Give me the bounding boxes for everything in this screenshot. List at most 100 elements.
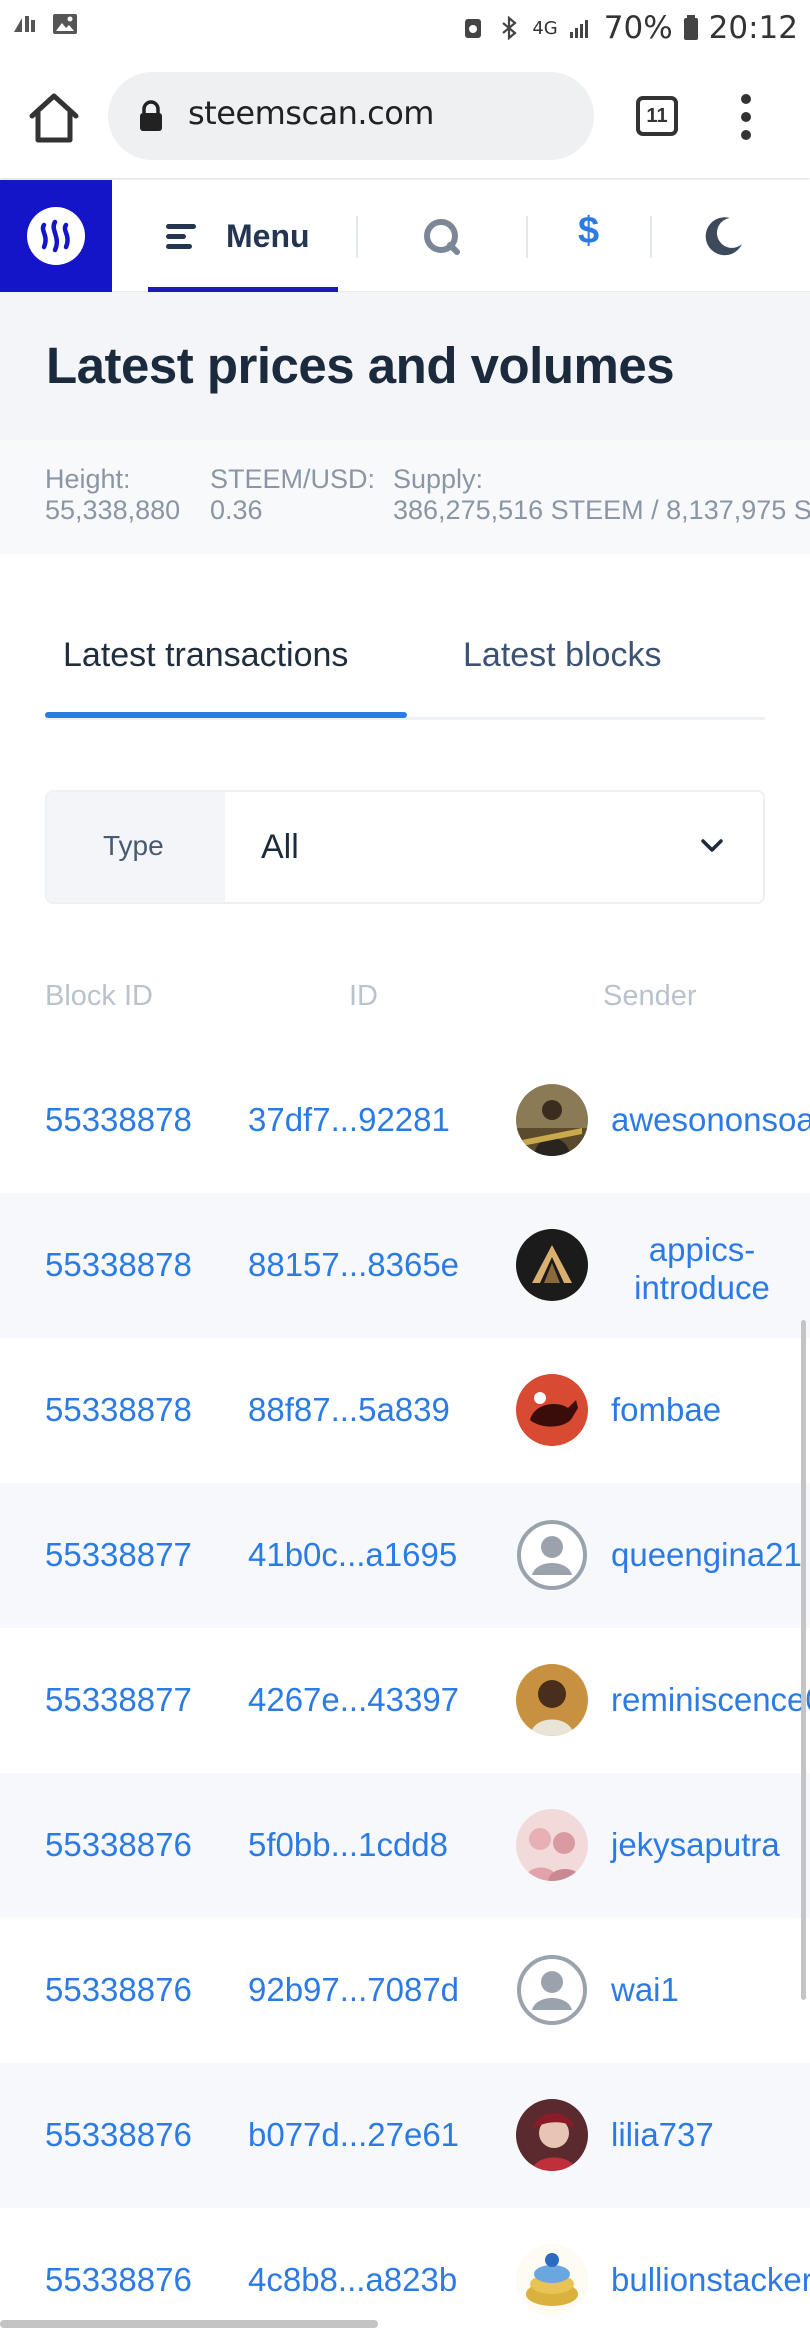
stat-height-value: 55,338,880 [45, 495, 181, 525]
table-row: 55338877 41b0c...a1695 queengina21 [0, 1483, 810, 1628]
chain-stats: Height: 55,338,880 STEEM/USD: 0.36 Suppl… [0, 440, 810, 554]
tab-latest-transactions[interactable]: Latest transactions [63, 636, 348, 675]
bluetooth-icon [502, 16, 518, 40]
transaction-id-link[interactable]: b077d...27e61 [248, 2116, 459, 2154]
avatar[interactable] [516, 1664, 588, 1736]
avatar[interactable] [516, 1374, 588, 1446]
stat-supply-value: 386,275,516 STEEM / 8,137,975 SBD [393, 495, 810, 525]
lock-icon [140, 100, 162, 131]
overflow-menu-icon[interactable] [736, 94, 756, 140]
block-id-link[interactable]: 55338876 [45, 2261, 192, 2299]
transaction-id-link[interactable]: 5f0bb...1cdd8 [248, 1826, 448, 1864]
battery-icon [683, 15, 698, 40]
block-id-link[interactable]: 55338876 [45, 1971, 192, 2009]
currency-button[interactable]: $ [578, 210, 599, 253]
block-id-link[interactable]: 55338876 [45, 2116, 192, 2154]
sender-link[interactable]: wai1 [611, 1971, 679, 2009]
table-row: 55338877 4267e...43397 reminiscence01 [0, 1628, 810, 1773]
signal-sim-icon [14, 16, 35, 32]
transaction-id-link[interactable]: 37df7...92281 [248, 1101, 450, 1139]
home-icon[interactable] [26, 92, 82, 144]
block-id-link[interactable]: 55338878 [45, 1391, 192, 1429]
stat-supply-label: Supply: [393, 464, 484, 494]
avatar[interactable] [516, 1084, 588, 1156]
transaction-tabs: Latest transactions Latest blocks [45, 590, 765, 720]
block-id-link[interactable]: 55338877 [45, 1536, 192, 1574]
block-id-link[interactable]: 55338878 [45, 1246, 192, 1284]
avatar[interactable] [516, 1809, 588, 1881]
transaction-id-link[interactable]: 4c8b8...a823b [248, 2261, 457, 2299]
default-user-icon[interactable] [516, 1954, 588, 2026]
vertical-scrollbar[interactable] [801, 1320, 806, 2000]
block-id-link[interactable]: 55338878 [45, 1101, 192, 1139]
type-filter-label-cell: Type [47, 792, 225, 902]
page-title: Latest prices and volumes [46, 337, 675, 394]
block-id-link[interactable]: 55338877 [45, 1681, 192, 1719]
menu-label: Menu [226, 218, 310, 254]
browser-toolbar: steemscan.com 11 [0, 54, 810, 178]
transaction-id-link[interactable]: 88157...8365e [248, 1246, 459, 1284]
steem-logo[interactable] [0, 180, 112, 292]
table-row: 55338878 88157...8365e appics-introduce [0, 1193, 810, 1338]
transaction-id-link[interactable]: 41b0c...a1695 [248, 1536, 457, 1574]
table-row: 55338878 88f87...5a839 fombae [0, 1338, 810, 1483]
dark-mode-moon-icon[interactable] [700, 214, 744, 258]
alarm-icon [465, 19, 482, 38]
menu-icon [166, 224, 196, 249]
nav-divider [650, 216, 652, 258]
sender-link[interactable]: reminiscence01 [611, 1681, 810, 1719]
sender-link[interactable]: jekysaputra [611, 1826, 780, 1864]
column-header-block-id: Block ID [45, 980, 153, 1012]
sender-link[interactable]: awesononsoan [611, 1101, 810, 1139]
table-row: 55338878 37df7...92281 awesononsoan [0, 1048, 810, 1193]
steem-icon [40, 219, 70, 253]
gallery-icon [53, 14, 77, 34]
address-bar[interactable]: steemscan.com [108, 72, 594, 160]
menu-button[interactable]: Menu [148, 180, 338, 292]
table-header: Block ID ID Sender [0, 960, 810, 1040]
avatar[interactable] [516, 1229, 588, 1301]
nav-divider [356, 216, 358, 258]
transactions-table: 55338878 37df7...92281 awesononsoan 5533… [0, 1048, 810, 2328]
column-header-id: ID [349, 980, 378, 1012]
url-text: steemscan.com [188, 94, 434, 132]
status-bar: 4G 70% 20:12 [0, 0, 810, 54]
transaction-id-link[interactable]: 88f87...5a839 [248, 1391, 450, 1429]
stat-height: Height: 55,338,880 [45, 464, 180, 526]
table-row: 55338876 92b97...7087d wai1 [0, 1918, 810, 2063]
avatar[interactable] [516, 2244, 588, 2316]
tab-latest-blocks[interactable]: Latest blocks [463, 636, 661, 675]
chevron-down-icon[interactable] [699, 836, 725, 856]
transaction-id-link[interactable]: 92b97...7087d [248, 1971, 459, 2009]
table-row: 55338876 4c8b8...a823b bullionstackers [0, 2208, 810, 2328]
block-id-link[interactable]: 55338876 [45, 1826, 192, 1864]
horizontal-scrollbar[interactable] [0, 2320, 378, 2328]
sender-link[interactable]: appics-introduce [622, 1231, 782, 1307]
type-filter: Type All [45, 790, 765, 904]
default-user-icon[interactable] [516, 1519, 588, 1591]
tab-switcher-button[interactable]: 11 [636, 96, 678, 136]
network-type: 4G [532, 17, 558, 39]
stat-price-value: 0.36 [210, 495, 263, 525]
search-icon[interactable] [422, 217, 462, 257]
active-tab-indicator [45, 712, 407, 718]
site-navbar: Menu $ [0, 180, 810, 292]
transaction-id-link[interactable]: 4267e...43397 [248, 1681, 459, 1719]
column-header-sender: Sender [603, 980, 697, 1012]
table-row: 55338876 5f0bb...1cdd8 jekysaputra [0, 1773, 810, 1918]
stat-height-label: Height: [45, 464, 131, 494]
stat-price-label: STEEM/USD: [210, 464, 376, 494]
page-header: Latest prices and volumes [0, 292, 810, 440]
sender-link[interactable]: lilia737 [611, 2116, 714, 2154]
clock: 20:12 [708, 10, 798, 46]
avatar[interactable] [516, 2099, 588, 2171]
battery-percent: 70% [603, 10, 673, 46]
stat-price: STEEM/USD: 0.36 [210, 464, 375, 526]
type-select[interactable]: All [261, 828, 299, 867]
sender-link[interactable]: queengina21 [611, 1536, 802, 1574]
type-filter-label: Type [103, 830, 164, 861]
stat-supply: Supply: 386,275,516 STEEM / 8,137,975 SB… [393, 464, 810, 526]
sender-link[interactable]: fombae [611, 1391, 721, 1429]
sender-link[interactable]: bullionstackers [611, 2261, 810, 2299]
nav-divider [526, 216, 528, 258]
